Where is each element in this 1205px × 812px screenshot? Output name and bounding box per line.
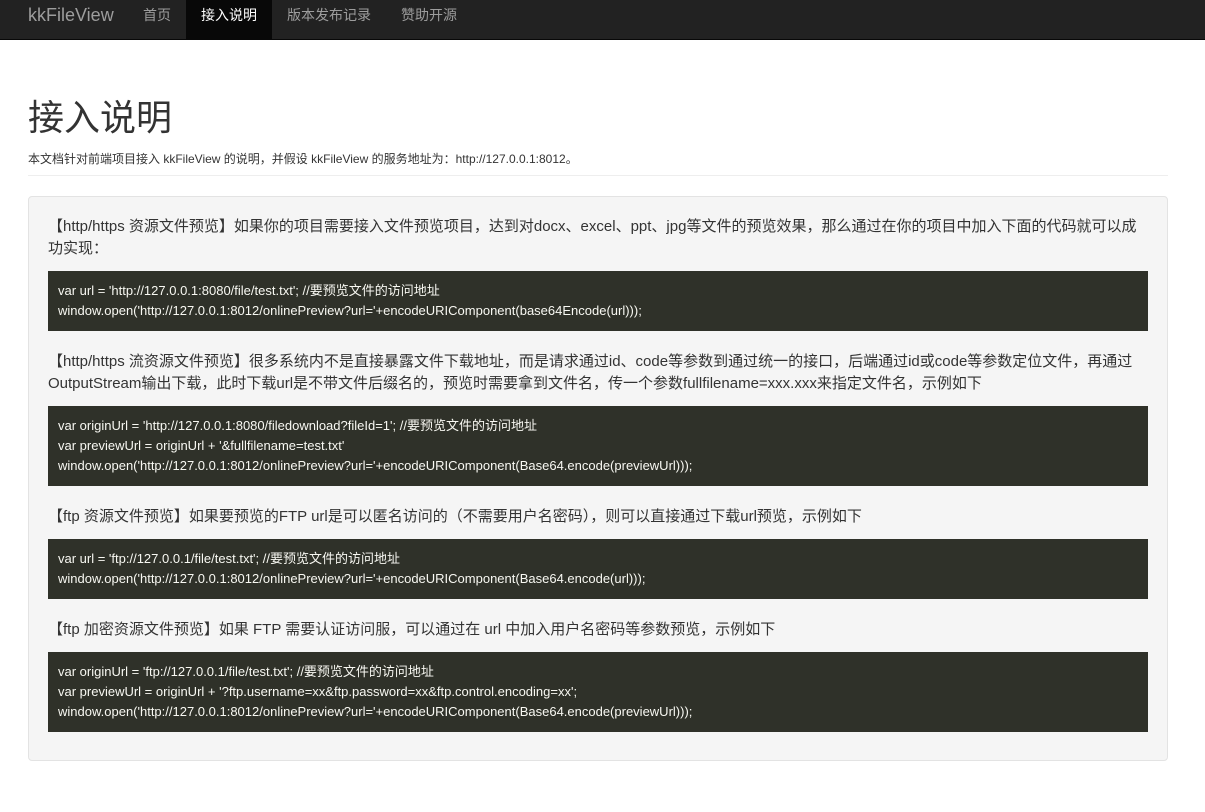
main-container: 接入说明 本文档针对前端项目接入 kkFileView 的说明，并假设 kkFi…: [0, 96, 1205, 761]
top-navbar: kkFileView 首页 接入说明 版本发布记录 赞助开源: [0, 0, 1205, 40]
code-block-stream: var originUrl = 'http://127.0.0.1:8080/f…: [48, 406, 1148, 486]
page-title: 接入说明: [28, 97, 173, 138]
code-line: window.open('http://127.0.0.1:8012/onlin…: [58, 571, 646, 586]
section-desc-http: 【http/https 资源文件预览】如果你的项目需要接入文件预览项目，达到对d…: [48, 218, 1137, 257]
code-line: var url = 'ftp://127.0.0.1/file/test.txt…: [58, 551, 400, 566]
code-block-http: var url = 'http://127.0.0.1:8080/file/te…: [48, 271, 1148, 331]
code-block-ftp-auth: var originUrl = 'ftp://127.0.0.1/file/te…: [48, 652, 1148, 732]
nav-item-integration[interactable]: 接入说明: [186, 0, 272, 39]
section-desc-stream: 【http/https 流资源文件预览】很多系统内不是直接暴露文件下载地址，而是…: [48, 353, 1133, 392]
code-line: var previewUrl = originUrl + '&fullfilen…: [58, 438, 345, 453]
page-lead: 本文档针对前端项目接入 kkFileView 的说明，并假设 kkFileVie…: [28, 152, 578, 166]
code-line: window.open('http://127.0.0.1:8012/onlin…: [58, 458, 693, 473]
section-desc-ftp-auth: 【ftp 加密资源文件预览】如果 FTP 需要认证访问服，可以通过在 url 中…: [48, 621, 776, 638]
nav-menu: 首页 接入说明 版本发布记录 赞助开源: [128, 0, 472, 39]
brand-link[interactable]: kkFileView: [0, 0, 128, 39]
content-panel: 【http/https 资源文件预览】如果你的项目需要接入文件预览项目，达到对d…: [28, 196, 1168, 761]
code-line: window.open('http://127.0.0.1:8012/onlin…: [58, 704, 693, 719]
nav-item-release-notes[interactable]: 版本发布记录: [272, 0, 386, 39]
nav-item-home[interactable]: 首页: [128, 0, 186, 39]
code-block-ftp: var url = 'ftp://127.0.0.1/file/test.txt…: [48, 539, 1148, 599]
code-line: window.open('http://127.0.0.1:8012/onlin…: [58, 303, 642, 318]
nav-item-sponsor[interactable]: 赞助开源: [386, 0, 472, 39]
code-line: var originUrl = 'ftp://127.0.0.1/file/te…: [58, 664, 434, 679]
section-desc-ftp: 【ftp 资源文件预览】如果要预览的FTP url是可以匿名访问的（不需要用户名…: [48, 508, 862, 525]
code-line: var url = 'http://127.0.0.1:8080/file/te…: [58, 283, 440, 298]
page-header: 接入说明 本文档针对前端项目接入 kkFileView 的说明，并假设 kkFi…: [28, 96, 1168, 176]
code-line: var originUrl = 'http://127.0.0.1:8080/f…: [58, 418, 537, 433]
code-line: var previewUrl = originUrl + '?ftp.usern…: [58, 684, 578, 699]
